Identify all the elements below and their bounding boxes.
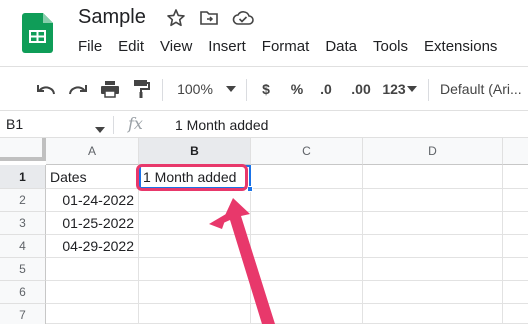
cell-b2[interactable] (139, 189, 251, 212)
formula-input[interactable]: 1 Month added (175, 117, 268, 133)
percent-format-button[interactable]: % (286, 67, 308, 111)
sheet-grid: A B C D 1 2 3 4 5 6 7 Dates 1 Month adde… (0, 138, 528, 324)
cell-a7[interactable] (46, 304, 139, 324)
cell-d4[interactable] (363, 235, 503, 258)
column-header-a[interactable]: A (46, 138, 139, 165)
cell-b3[interactable] (139, 212, 251, 235)
cell-e6[interactable] (503, 281, 528, 304)
undo-icon[interactable] (33, 67, 59, 111)
row-header-6[interactable]: 6 (0, 281, 46, 304)
formula-bar: B1 fx 1 Month added (0, 110, 528, 138)
name-box-caret-icon[interactable] (95, 120, 105, 138)
spreadsheet-window: Sample File Edit View Insert Format Data… (0, 0, 528, 324)
column-header-d[interactable]: D (363, 138, 503, 165)
column-header-b[interactable]: B (139, 138, 251, 165)
cell-c3[interactable] (251, 212, 363, 235)
menu-insert[interactable]: Insert (208, 38, 246, 58)
font-family-select[interactable]: Default (Ari... (440, 67, 528, 111)
cell-e3[interactable] (503, 212, 528, 235)
cell-a3[interactable]: 01-25-2022 (46, 212, 139, 235)
cell-b6[interactable] (139, 281, 251, 304)
move-to-folder-icon[interactable] (199, 8, 219, 28)
menu-file[interactable]: File (78, 38, 102, 58)
menu-tools[interactable]: Tools (373, 38, 408, 58)
cloud-saved-icon[interactable] (232, 8, 254, 28)
currency-format-button[interactable]: $ (256, 67, 276, 111)
row-header-2[interactable]: 2 (0, 189, 46, 212)
cell-e4[interactable] (503, 235, 528, 258)
menu-view[interactable]: View (160, 38, 192, 58)
sheets-logo-icon[interactable] (22, 13, 53, 53)
cell-a4[interactable]: 04-29-2022 (46, 235, 139, 258)
cell-e5[interactable] (503, 258, 528, 281)
cell-e1[interactable] (503, 165, 528, 189)
cell-e2[interactable] (503, 189, 528, 212)
column-header-c[interactable]: C (251, 138, 363, 165)
cell-a5[interactable] (46, 258, 139, 281)
cell-c5[interactable] (251, 258, 363, 281)
cell-d6[interactable] (363, 281, 503, 304)
row-header-1[interactable]: 1 (0, 165, 46, 189)
star-icon[interactable] (166, 8, 186, 28)
number-format-select[interactable]: 123 (380, 67, 408, 111)
cell-b5[interactable] (139, 258, 251, 281)
cell-a2[interactable]: 01-24-2022 (46, 189, 139, 212)
paint-format-icon[interactable] (128, 67, 154, 111)
cell-d5[interactable] (363, 258, 503, 281)
cell-c4[interactable] (251, 235, 363, 258)
menu-extensions[interactable]: Extensions (424, 38, 497, 58)
document-title[interactable]: Sample (78, 6, 146, 29)
menu-format[interactable]: Format (262, 38, 310, 58)
cell-d2[interactable] (363, 189, 503, 212)
cell-a6[interactable] (46, 281, 139, 304)
decrease-decimal-button[interactable]: .0 (314, 67, 338, 111)
cell-d7[interactable] (363, 304, 503, 324)
redo-icon[interactable] (65, 67, 91, 111)
menu-edit[interactable]: Edit (118, 38, 144, 58)
zoom-select[interactable]: 100% (172, 67, 218, 111)
cell-a1[interactable]: Dates (46, 165, 139, 189)
menu-data[interactable]: Data (325, 38, 357, 58)
cell-c6[interactable] (251, 281, 363, 304)
zoom-caret-icon[interactable] (224, 67, 238, 111)
cell-c1[interactable] (251, 165, 363, 189)
row-header-5[interactable]: 5 (0, 258, 46, 281)
cell-e7[interactable] (503, 304, 528, 324)
column-header-e[interactable] (503, 138, 528, 165)
cell-b4[interactable] (139, 235, 251, 258)
menu-bar: File Edit View Insert Format Data Tools … (78, 38, 513, 58)
print-icon[interactable] (97, 67, 123, 111)
cell-c2[interactable] (251, 189, 363, 212)
fill-handle[interactable] (247, 186, 253, 192)
row-header-4[interactable]: 4 (0, 235, 46, 258)
row-header-3[interactable]: 3 (0, 212, 46, 235)
row-header-7[interactable]: 7 (0, 304, 46, 324)
function-icon: fx (128, 114, 143, 133)
cell-c7[interactable] (251, 304, 363, 324)
cell-b7[interactable] (139, 304, 251, 324)
toolbar: 100% $ % .0 .00 123 Default (Ari... (0, 66, 528, 110)
cell-d3[interactable] (363, 212, 503, 235)
number-format-caret-icon[interactable] (406, 67, 418, 111)
cell-d1[interactable] (363, 165, 503, 189)
annotation-highlight-box (136, 164, 248, 191)
name-box[interactable]: B1 (6, 116, 23, 132)
increase-decimal-button[interactable]: .00 (346, 67, 376, 111)
select-all-corner[interactable] (0, 138, 46, 161)
